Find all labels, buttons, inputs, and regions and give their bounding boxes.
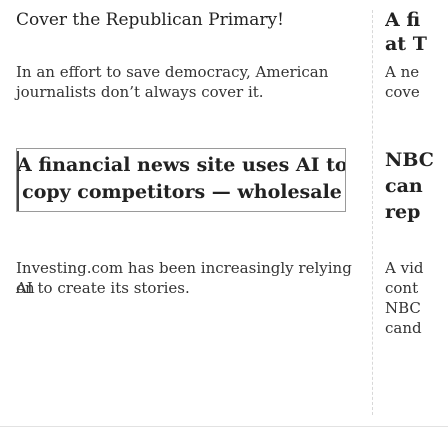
story-dek-line: cove: [385, 83, 420, 101]
story-headline-right-1-line1[interactable]: A fi: [385, 8, 420, 33]
story-dek-line: cont: [385, 279, 419, 297]
story-headline-right-2-line3[interactable]: rep: [385, 200, 420, 225]
story-dek-line: A ne: [385, 63, 420, 81]
story-headline-ai-line2[interactable]: copy competitors — wholesale: [17, 180, 345, 205]
story-headline-right-2-line1[interactable]: NBC: [385, 148, 434, 173]
story-dek-line: NBC: [385, 299, 421, 317]
section-divider: [0, 426, 448, 427]
story-headline-right-1-line2[interactable]: at T: [385, 32, 427, 57]
left-column: Cover the Republican Primary! In an effo…: [16, 0, 356, 448]
story-dek-line: journalists don’t always cover it.: [16, 83, 264, 101]
story-headline-republican-primary[interactable]: Cover the Republican Primary!: [16, 8, 284, 32]
story-headline-ai-line1[interactable]: A financial news site uses AI to: [17, 153, 345, 178]
story-dek-line: In an effort to save democracy, American: [16, 63, 329, 81]
story-headline-ai-news-box[interactable]: A financial news site uses AI to copy co…: [16, 148, 346, 212]
story-headline-right-2-line2[interactable]: can: [385, 174, 423, 199]
column-divider: [372, 10, 373, 415]
story-dek-line: cand: [385, 319, 422, 337]
story-dek-line: A vid: [385, 259, 424, 277]
story-dek-line: AI to create its stories.: [16, 279, 190, 297]
news-page: Cover the Republican Primary! In an effo…: [0, 0, 448, 448]
right-column: A fi at T A ne cove NBC can rep A vid co…: [385, 0, 448, 448]
